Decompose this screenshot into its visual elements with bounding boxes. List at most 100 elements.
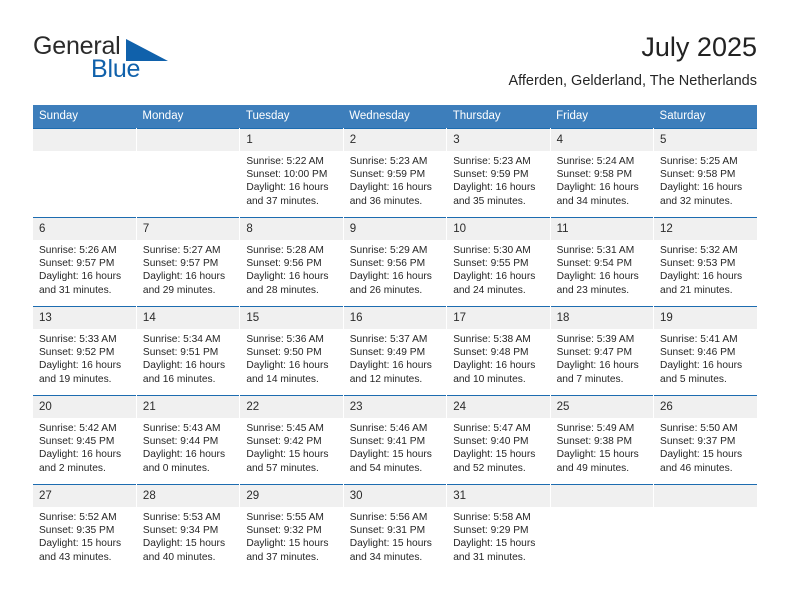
general-blue-logo[interactable]: General Blue	[33, 32, 203, 83]
sunrise-time: Sunrise: 5:34 AM	[142, 334, 221, 345]
calendar-day-cell[interactable]: 1 Sunrise: 5:22 AM Sunset: 10:00 PM Dayligh…	[239, 128, 344, 218]
calendar-day-cell[interactable]: 14 Sunrise: 5:34 AM Sunset: 9:51 PM Dayligh…	[136, 306, 241, 396]
daylight-duration-line2: and 52 minutes.	[453, 462, 526, 474]
calendar-day-cell[interactable]: 6 Sunrise: 5:26 AM Sunset: 9:57 PM Daylight…	[33, 217, 137, 307]
day-details: Sunrise: 5:29 AM Sunset: 9:56 PM Daylight:…	[344, 240, 446, 297]
day-number: 12	[654, 218, 757, 240]
calendar-day-cell[interactable]: 29 Sunrise: 5:55 AM Sunset: 9:32 PM Dayligh…	[239, 484, 344, 574]
calendar-day-cell[interactable]: 19 Sunrise: 5:41 AM Sunset: 9:46 PM Dayligh…	[653, 306, 757, 396]
calendar-day-cell[interactable]: 4 Sunrise: 5:24 AM Sunset: 9:58 PM Daylight…	[550, 128, 655, 218]
sunrise-time: Sunrise: 5:36 AM	[246, 334, 324, 345]
day-number: 27	[33, 485, 136, 507]
calendar-day-cell[interactable]: 10 Sunrise: 5:30 AM Sunset: 9:55 PM Dayligh…	[446, 217, 551, 307]
sunset-time: Sunset: 9:49 PM	[349, 347, 426, 359]
daylight-duration-line2: and 46 minutes.	[660, 462, 733, 474]
day-number: 6	[33, 218, 136, 240]
daylight-duration-line2: and 31 minutes.	[39, 284, 112, 296]
daylight-duration-line1: Daylight: 16 hours	[349, 182, 432, 194]
sunset-time: Sunset: 9:59 PM	[349, 169, 426, 181]
daylight-duration-line1: Daylight: 16 hours	[660, 271, 743, 283]
calendar-day-cell[interactable]: 13 Sunrise: 5:33 AM Sunset: 9:52 PM Dayligh…	[33, 306, 137, 396]
calendar-week-row: 20 Sunrise: 5:42 AM Sunset: 9:45 PM Dayligh…	[33, 395, 757, 485]
page-subtitle: Afferden, Gelderland, The Netherlands	[508, 73, 757, 89]
calendar-day-cell[interactable]: 16 Sunrise: 5:37 AM Sunset: 9:49 PM Dayligh…	[343, 306, 448, 396]
day-number: 25	[550, 396, 654, 418]
page-title: July 2025	[641, 32, 757, 62]
calendar-day-cell[interactable]: 17 Sunrise: 5:38 AM Sunset: 9:48 PM Dayligh…	[446, 306, 551, 396]
daylight-duration-line1: Daylight: 16 hours	[660, 182, 743, 194]
daylight-duration-line1: Daylight: 16 hours	[142, 271, 226, 283]
day-number: 20	[33, 396, 136, 418]
weekday-header-saturday: Saturday	[653, 105, 757, 129]
calendar-day-cell[interactable]: 3 Sunrise: 5:23 AM Sunset: 9:59 PM Daylight…	[446, 128, 551, 218]
day-details: Sunrise: 5:52 AM Sunset: 9:35 PM Daylight:…	[33, 507, 136, 564]
calendar-day-cell[interactable]: 2 Sunrise: 5:23 AM Sunset: 9:59 PM Daylight…	[343, 128, 448, 218]
sunset-time: Sunset: 9:41 PM	[349, 436, 426, 448]
daylight-duration-line2: and 49 minutes.	[556, 462, 630, 474]
day-number: 14	[136, 307, 240, 329]
calendar-day-cell[interactable]: 26 Sunrise: 5:50 AM Sunset: 9:37 PM Dayligh…	[653, 395, 757, 485]
weekday-header-sunday: Sunday	[33, 105, 137, 129]
day-number: 10	[447, 218, 550, 240]
calendar-day-cell[interactable]: 31 Sunrise: 5:58 AM Sunset: 9:29 PM Dayligh…	[446, 484, 551, 574]
calendar-day-cell[interactable]: 15 Sunrise: 5:36 AM Sunset: 9:50 PM Dayligh…	[239, 306, 344, 396]
calendar-day-cell[interactable]: 7 Sunrise: 5:27 AM Sunset: 9:57 PM Daylight…	[136, 217, 241, 307]
day-details: Sunrise: 5:23 AM Sunset: 9:59 PM Daylight:…	[344, 151, 446, 208]
weekday-header-tuesday: Tuesday	[239, 105, 344, 129]
daylight-duration-line1: Daylight: 16 hours	[556, 360, 639, 372]
day-number: 19	[654, 307, 757, 329]
calendar-day-cell[interactable]: 20 Sunrise: 5:42 AM Sunset: 9:45 PM Dayligh…	[33, 395, 137, 485]
calendar-day-cell[interactable]: 23 Sunrise: 5:46 AM Sunset: 9:41 PM Dayligh…	[343, 395, 448, 485]
sunrise-time: Sunrise: 5:50 AM	[660, 423, 738, 434]
daylight-duration-line2: and 57 minutes.	[246, 462, 319, 474]
calendar-day-cell-empty	[33, 128, 137, 218]
day-number: 28	[136, 485, 240, 507]
daylight-duration-line1: Daylight: 15 hours	[556, 449, 639, 461]
daylight-duration-line1: Daylight: 16 hours	[556, 182, 639, 194]
calendar-day-cell[interactable]: 9 Sunrise: 5:29 AM Sunset: 9:56 PM Daylight…	[343, 217, 448, 307]
daylight-duration-line2: and 16 minutes.	[142, 373, 216, 385]
day-details: Sunrise: 5:32 AM Sunset: 9:53 PM Daylight:…	[654, 240, 757, 297]
daylight-duration-line2: and 40 minutes.	[142, 551, 216, 563]
sunrise-time: Sunrise: 5:25 AM	[660, 156, 738, 167]
calendar-day-cell[interactable]: 12 Sunrise: 5:32 AM Sunset: 9:53 PM Dayligh…	[653, 217, 757, 307]
day-number: 2	[343, 129, 447, 151]
weekday-header-wednesday: Wednesday	[343, 105, 447, 129]
daylight-duration-line1: Daylight: 15 hours	[453, 538, 536, 550]
day-number: 15	[240, 307, 343, 329]
calendar-day-cell[interactable]: 21 Sunrise: 5:43 AM Sunset: 9:44 PM Dayligh…	[136, 395, 241, 485]
sunrise-time: Sunrise: 5:43 AM	[142, 423, 221, 434]
calendar-day-cell[interactable]: 5 Sunrise: 5:25 AM Sunset: 9:58 PM Daylight…	[653, 128, 757, 218]
day-number: 18	[550, 307, 654, 329]
day-details: Sunrise: 5:46 AM Sunset: 9:41 PM Daylight:…	[344, 418, 446, 475]
calendar-day-cell[interactable]: 28 Sunrise: 5:53 AM Sunset: 9:34 PM Dayligh…	[136, 484, 241, 574]
calendar-day-cell[interactable]: 18 Sunrise: 5:39 AM Sunset: 9:47 PM Dayligh…	[550, 306, 655, 396]
calendar-day-cell[interactable]: 24 Sunrise: 5:47 AM Sunset: 9:40 PM Dayligh…	[446, 395, 551, 485]
daylight-duration-line1: Daylight: 16 hours	[142, 360, 226, 372]
sunrise-time: Sunrise: 5:23 AM	[453, 156, 531, 167]
day-details: Sunrise: 5:50 AM Sunset: 9:37 PM Daylight:…	[654, 418, 757, 475]
day-details: Sunrise: 5:43 AM Sunset: 9:44 PM Daylight:…	[137, 418, 239, 475]
calendar-day-cell[interactable]: 11 Sunrise: 5:31 AM Sunset: 9:54 PM Dayligh…	[550, 217, 655, 307]
calendar-day-cell[interactable]: 30 Sunrise: 5:56 AM Sunset: 9:31 PM Dayligh…	[343, 484, 448, 574]
daylight-duration-line2: and 10 minutes.	[453, 373, 526, 385]
day-details: Sunrise: 5:33 AM Sunset: 9:52 PM Daylight:…	[33, 329, 136, 386]
calendar-day-cell[interactable]: 8 Sunrise: 5:28 AM Sunset: 9:56 PM Daylight…	[239, 217, 344, 307]
daylight-duration-line2: and 31 minutes.	[453, 551, 526, 563]
daylight-duration-line1: Daylight: 16 hours	[660, 360, 743, 372]
sunset-time: Sunset: 9:31 PM	[349, 525, 426, 537]
daylight-duration-line2: and 32 minutes.	[660, 195, 733, 207]
daylight-duration-line1: Daylight: 15 hours	[246, 449, 329, 461]
day-details: Sunrise: 5:31 AM Sunset: 9:54 PM Daylight:…	[551, 240, 653, 297]
daylight-duration-line2: and 43 minutes.	[39, 551, 112, 563]
sunrise-time: Sunrise: 5:47 AM	[453, 423, 531, 434]
sunset-time: Sunset: 9:38 PM	[556, 436, 632, 448]
calendar-day-cell[interactable]: 22 Sunrise: 5:45 AM Sunset: 9:42 PM Dayligh…	[239, 395, 344, 485]
daylight-duration-line2: and 26 minutes.	[349, 284, 423, 296]
sunset-time: Sunset: 9:47 PM	[556, 347, 632, 359]
daylight-duration-line1: Daylight: 16 hours	[453, 182, 536, 194]
day-details: Sunrise: 5:27 AM Sunset: 9:57 PM Daylight:…	[137, 240, 239, 297]
daylight-duration-line2: and 35 minutes.	[453, 195, 526, 207]
calendar-day-cell[interactable]: 27 Sunrise: 5:52 AM Sunset: 9:35 PM Dayligh…	[33, 484, 137, 574]
calendar-day-cell[interactable]: 25 Sunrise: 5:49 AM Sunset: 9:38 PM Dayligh…	[550, 395, 655, 485]
